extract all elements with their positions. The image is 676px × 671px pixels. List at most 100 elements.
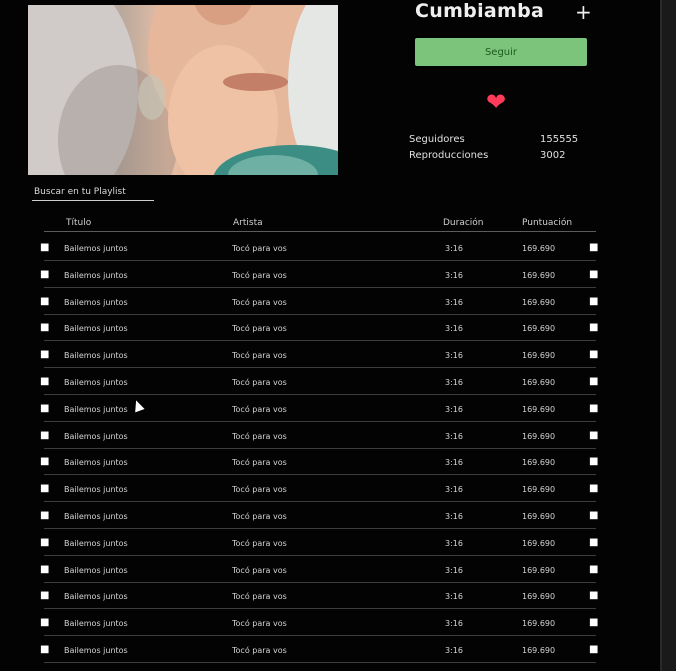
song-title: Bailemos juntos	[64, 324, 128, 334]
bullet-icon[interactable]: ■	[40, 296, 49, 307]
song-score: 169.690	[522, 512, 556, 521]
row-option-icon[interactable]: ■	[589, 296, 598, 307]
song-title: Bailemos juntos	[64, 538, 128, 548]
bullet-icon[interactable]: ■	[40, 269, 49, 280]
song-artist: Tocó para vos	[232, 297, 287, 307]
song-score: 169.690	[522, 646, 556, 655]
song-title: Bailemos juntos	[64, 431, 128, 441]
bullet-icon[interactable]: ■	[40, 242, 49, 253]
song-artist: Tocó para vos	[232, 431, 287, 441]
bullet-icon[interactable]: ■	[40, 537, 49, 548]
stat-label-followers: Seguidores	[409, 134, 465, 145]
table-row[interactable]: ■ Bailemos juntos Tocó para vos 3:16 169.690…	[0, 342, 676, 369]
bullet-icon[interactable]: ■	[40, 376, 49, 387]
song-artist: Tocó para vos	[232, 565, 287, 575]
heart-icon[interactable]: ❤	[486, 90, 506, 114]
row-option-icon[interactable]: ■	[589, 537, 598, 548]
bullet-icon[interactable]: ■	[40, 617, 49, 628]
song-title: Bailemos juntos	[64, 297, 128, 307]
song-duration: 3:16	[445, 431, 463, 441]
row-option-icon[interactable]: ■	[589, 564, 598, 575]
bullet-icon[interactable]: ■	[40, 483, 49, 494]
song-score: 169.690	[522, 404, 556, 414]
song-duration: 3:16	[445, 512, 463, 521]
table-row[interactable]: ■ Bailemos juntos Tocó para vos 3:16 169.690…	[0, 610, 676, 637]
table-row[interactable]: ■ Bailemos juntos Tocó para vos 3:16 169.690…	[0, 423, 676, 449]
follow-button[interactable]: Seguir	[415, 38, 587, 66]
bullet-icon[interactable]: ■	[40, 430, 49, 441]
table-header: Título Artista Duración Puntuación	[44, 216, 596, 232]
bullet-icon[interactable]: ■	[40, 322, 49, 333]
row-option-icon[interactable]: ■	[589, 242, 598, 253]
song-duration: 3:16	[445, 324, 463, 334]
song-artist: Tocó para vos	[232, 378, 287, 387]
table-row[interactable]: ■ Bailemos juntos Tocó para vos 3:16 169.690…	[0, 557, 676, 583]
row-option-icon[interactable]: ■	[589, 617, 598, 628]
table-row[interactable]: ■ Bailemos juntos Tocó para vos 3:16 169.690…	[0, 530, 676, 556]
song-duration: 3:16	[445, 378, 463, 387]
bullet-icon[interactable]: ■	[40, 456, 49, 467]
table-row[interactable]: ■ Bailemos juntos Tocó para vos 3:16 169.690…	[0, 449, 676, 476]
row-option-icon[interactable]: ■	[589, 483, 598, 494]
stat-value-plays: 3002	[540, 150, 566, 161]
row-option-icon[interactable]: ■	[589, 590, 598, 601]
playlist-search-input[interactable]	[32, 184, 154, 201]
add-button[interactable]: +	[575, 0, 592, 24]
song-title: Bailemos juntos	[64, 646, 128, 655]
song-title: Bailemos juntos	[64, 565, 128, 575]
bullet-icon[interactable]: ■	[40, 510, 49, 521]
bullet-icon[interactable]: ■	[40, 564, 49, 575]
bullet-icon[interactable]: ■	[40, 590, 49, 601]
column-header-title[interactable]: Título	[66, 218, 91, 228]
table-row[interactable]: ■ Bailemos juntos Tocó para vos 3:16 169.690…	[0, 235, 676, 261]
row-option-icon[interactable]: ■	[589, 322, 598, 333]
song-artist: Tocó para vos	[232, 458, 287, 468]
song-duration: 3:16	[445, 619, 463, 629]
song-score: 169.690	[522, 565, 556, 575]
table-row[interactable]: ■ Bailemos juntos Tocó para vos 3:16 169.690…	[0, 476, 676, 503]
bullet-icon[interactable]: ■	[40, 403, 49, 414]
row-option-icon[interactable]: ■	[589, 430, 598, 441]
song-title: Bailemos juntos	[64, 619, 128, 629]
table-row[interactable]: ■ Bailemos juntos Tocó para vos 3:16 169.690…	[0, 583, 676, 610]
table-row[interactable]: ■ Bailemos juntos Tocó para vos 3:16 169.690…	[0, 637, 676, 663]
song-artist: Tocó para vos	[232, 592, 287, 602]
table-row[interactable]: ■ Bailemos juntos Tocó para vos 3:16 169.690…	[0, 315, 676, 342]
artist-cover-image	[28, 5, 338, 175]
song-artist: Tocó para vos	[232, 270, 287, 280]
table-row[interactable]: ■ Bailemos juntos Tocó para vos 3:16 169.690…	[0, 396, 676, 422]
row-option-icon[interactable]: ■	[589, 269, 598, 280]
row-divider	[44, 662, 596, 663]
column-header-duration[interactable]: Duración	[443, 218, 484, 228]
bullet-icon[interactable]: ■	[40, 349, 49, 360]
song-artist: Tocó para vos	[232, 404, 287, 414]
row-option-icon[interactable]: ■	[589, 376, 598, 387]
song-title: Bailemos juntos	[64, 378, 128, 387]
song-score: 169.690	[522, 270, 556, 280]
column-header-artist[interactable]: Artista	[233, 218, 263, 228]
song-duration: 3:16	[445, 592, 463, 602]
artist-name: Cumbiamba	[415, 0, 545, 22]
bullet-icon[interactable]: ■	[40, 644, 49, 655]
row-option-icon[interactable]: ■	[589, 456, 598, 467]
row-option-icon[interactable]: ■	[589, 644, 598, 655]
table-row[interactable]: ■ Bailemos juntos Tocó para vos 3:16 169.690…	[0, 369, 676, 395]
song-artist: Tocó para vos	[232, 619, 287, 629]
row-option-icon[interactable]: ■	[589, 349, 598, 360]
song-score: 169.690	[522, 431, 556, 441]
row-option-icon[interactable]: ■	[589, 510, 598, 521]
song-artist: Tocó para vos	[232, 512, 287, 521]
table-row[interactable]: ■ Bailemos juntos Tocó para vos 3:16 169.690…	[0, 262, 676, 288]
song-duration: 3:16	[445, 404, 463, 414]
table-row[interactable]: ■ Bailemos juntos Tocó para vos 3:16 169.690…	[0, 503, 676, 529]
song-duration: 3:16	[445, 646, 463, 655]
song-score: 169.690	[522, 297, 556, 307]
song-title: Bailemos juntos	[64, 485, 128, 495]
stat-label-plays: Reproducciones	[409, 150, 489, 161]
column-header-score[interactable]: Puntuación	[522, 218, 572, 228]
song-duration: 3:16	[445, 538, 463, 548]
song-duration: 3:16	[445, 565, 463, 575]
row-option-icon[interactable]: ■	[589, 403, 598, 414]
song-score: 169.690	[522, 378, 556, 387]
table-row[interactable]: ■ Bailemos juntos Tocó para vos 3:16 169.690…	[0, 289, 676, 315]
